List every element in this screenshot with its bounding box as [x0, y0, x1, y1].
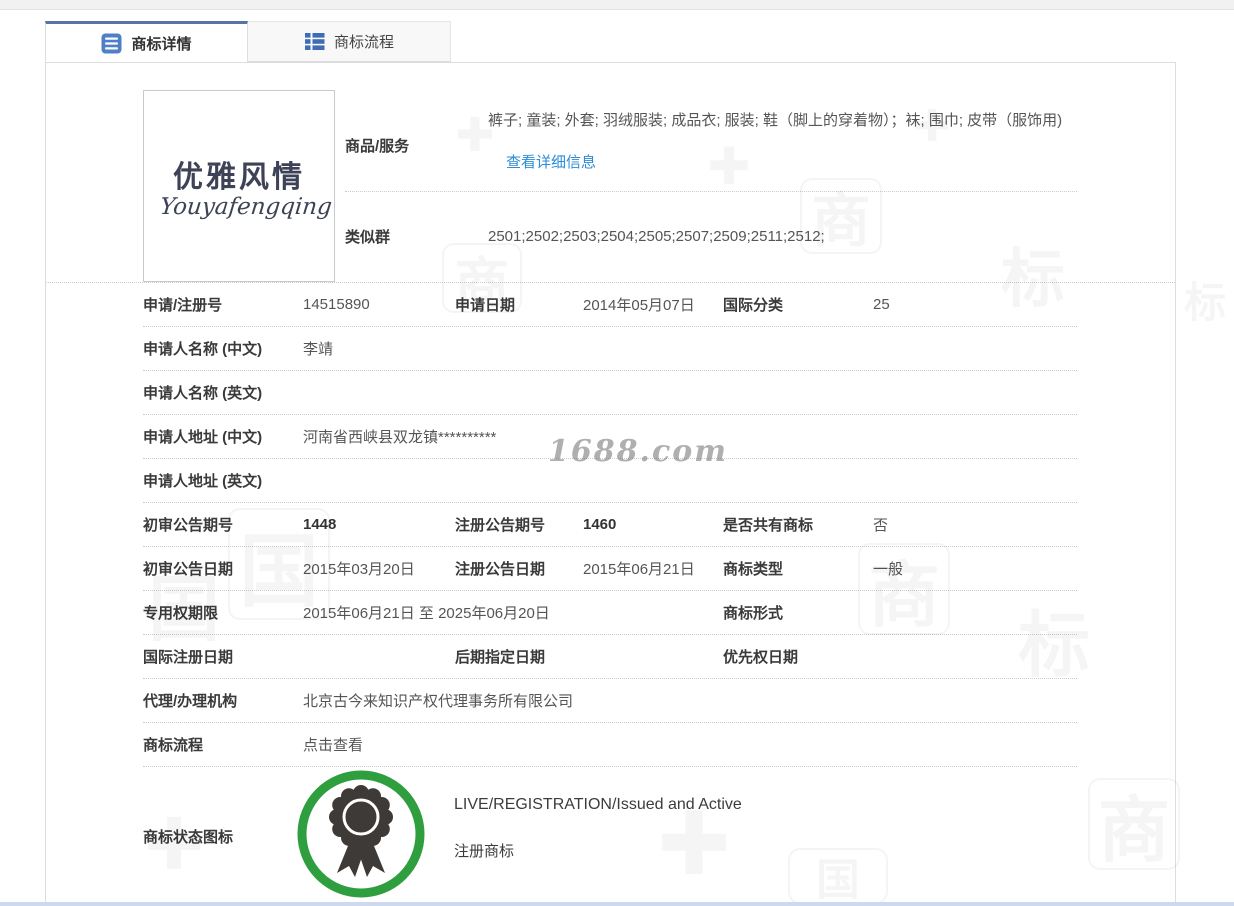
trademark-detail-panel: 优雅风情 Youyafengqing 商品/服务 裤子; 童装; 外套; 羽绒服… — [45, 62, 1176, 906]
row-label: 国际注册日期 — [143, 649, 234, 666]
row-label: 申请日期 — [455, 297, 516, 314]
row-label: 国际分类 — [723, 297, 784, 314]
row-label: 注册公告期号 — [455, 517, 546, 534]
row-label: 申请/注册号 — [143, 297, 223, 314]
tab-trademark-details[interactable]: 商标详情 — [45, 21, 248, 62]
goods-services-row: 商品/服务 裤子; 童装; 外套; 羽绒服装; 成品衣; 服装; 鞋（脚上的穿着… — [345, 90, 1077, 191]
trademark-image: 优雅风情 Youyafengqing — [143, 90, 335, 282]
view-process-link[interactable]: 点击查看 — [303, 734, 1077, 755]
table-row: 申请人地址 (英文) — [143, 459, 1077, 503]
row-label: 申请人地址 (中文) — [143, 429, 263, 446]
table-row: 商标流程 点击查看 — [143, 723, 1077, 767]
row-label: 后期指定日期 — [455, 649, 546, 666]
status-registered-text: 注册商标 — [454, 842, 515, 860]
top-section: 优雅风情 Youyafengqing 商品/服务 裤子; 童装; 外套; 羽绒服… — [46, 63, 1175, 283]
status-live-text: LIVE/REGISTRATION/Issued and Active — [454, 795, 742, 813]
tab-bar: 商标详情 商标流程 — [45, 21, 1234, 62]
similar-group-row: 类似群 2501;2502;2503;2504;2505;2507;2509;2… — [345, 190, 1077, 283]
table-row: 申请人名称 (英文) — [143, 371, 1077, 415]
status-label: 商标状态图标 — [143, 828, 234, 846]
row-value: 2015年03月20日 — [303, 561, 415, 578]
row-label: 专用权期限 — [143, 605, 219, 622]
row-label: 商标类型 — [723, 561, 784, 578]
top-strip — [0, 0, 1234, 10]
details-list-icon — [101, 33, 122, 53]
goods-services-text: 裤子; 童装; 外套; 羽绒服装; 成品衣; 服装; 鞋（脚上的穿着物）；袜; … — [488, 112, 1063, 129]
tab-label: 商标详情 — [131, 35, 192, 53]
row-label: 初审公告日期 — [143, 561, 234, 578]
row-value: 1448 — [303, 516, 337, 533]
row-value: 2014年05月07日 — [583, 297, 695, 314]
row-value: 河南省西峡县双龙镇********** — [303, 429, 497, 446]
row-label: 申请人名称 (中文) — [143, 341, 263, 358]
trademark-en-text: Youyafengqing — [158, 194, 334, 220]
row-value: 一般 — [873, 561, 904, 578]
table-row: 国际注册日期 后期指定日期 优先权日期 — [143, 635, 1077, 679]
row-label: 申请人地址 (英文) — [143, 473, 263, 490]
row-label: 优先权日期 — [723, 649, 799, 666]
detail-rows: 申请/注册号 14515890 申请日期 2014年05月07日 国际分类 25 申请人名称… — [46, 283, 1175, 767]
bottom-strip — [0, 902, 1234, 906]
decorative-watermark-shape: 标 — [1178, 253, 1232, 345]
tab-label: 商标流程 — [333, 34, 394, 51]
table-row: 代理/办理机构 北京古今来知识产权代理事务所有限公司 — [143, 679, 1077, 723]
row-value: 2015年06月21日 至 2025年06月20日 — [303, 605, 550, 622]
row-label: 申请人名称 (英文) — [143, 385, 263, 402]
row-value: 李靖 — [303, 341, 334, 358]
similar-group-label: 类似群 — [345, 229, 391, 247]
status-row: 商标状态图标 LIVE/REGISTRATION/Issued and Acti… — [46, 767, 1175, 905]
table-row: 申请/注册号 14515890 申请日期 2014年05月07日 国际分类 25 — [143, 283, 1077, 327]
row-value: 否 — [873, 517, 889, 534]
row-value: 25 — [873, 296, 890, 313]
trademark-cn-text: 优雅风情 — [173, 161, 305, 194]
row-value: 北京古今来知识产权代理事务所有限公司 — [303, 693, 574, 710]
row-label: 初审公告期号 — [143, 517, 234, 534]
table-row: 申请人地址 (中文) 河南省西峡县双龙镇********** — [143, 415, 1077, 459]
view-detail-link[interactable]: 查看详细信息 — [506, 154, 596, 171]
row-label: 商标形式 — [723, 605, 784, 622]
row-label: 商标流程 — [143, 737, 204, 754]
table-row: 初审公告期号 1448 注册公告期号 1460 是否共有商标 否 — [143, 503, 1077, 547]
goods-services-label: 商品/服务 — [345, 137, 410, 155]
status-badge-icon — [294, 767, 428, 906]
table-row: 初审公告日期 2015年03月20日 注册公告日期 2015年06月21日 商标类型 一般 — [143, 547, 1077, 591]
row-value: 1460 — [583, 516, 617, 533]
row-label: 是否共有商标 — [723, 517, 814, 534]
row-label: 注册公告日期 — [455, 561, 546, 578]
row-label: 代理/办理机构 — [143, 693, 238, 710]
tab-trademark-process[interactable]: 商标流程 — [248, 21, 451, 62]
row-value: 2015年06月21日 — [583, 561, 695, 578]
row-value: 14515890 — [303, 296, 370, 313]
goods-services-value: 裤子; 童装; 外套; 羽绒服装; 成品衣; 服装; 鞋（脚上的穿着物）；袜; … — [488, 100, 1077, 191]
table-row: 申请人名称 (中文) 李靖 — [143, 327, 1077, 371]
process-list-icon — [304, 33, 325, 50]
similar-group-value: 2501;2502;2503;2504;2505;2507;2509;2511;… — [488, 228, 825, 246]
table-row: 专用权期限 2015年06月21日 至 2025年06月20日 商标形式 — [143, 591, 1077, 635]
